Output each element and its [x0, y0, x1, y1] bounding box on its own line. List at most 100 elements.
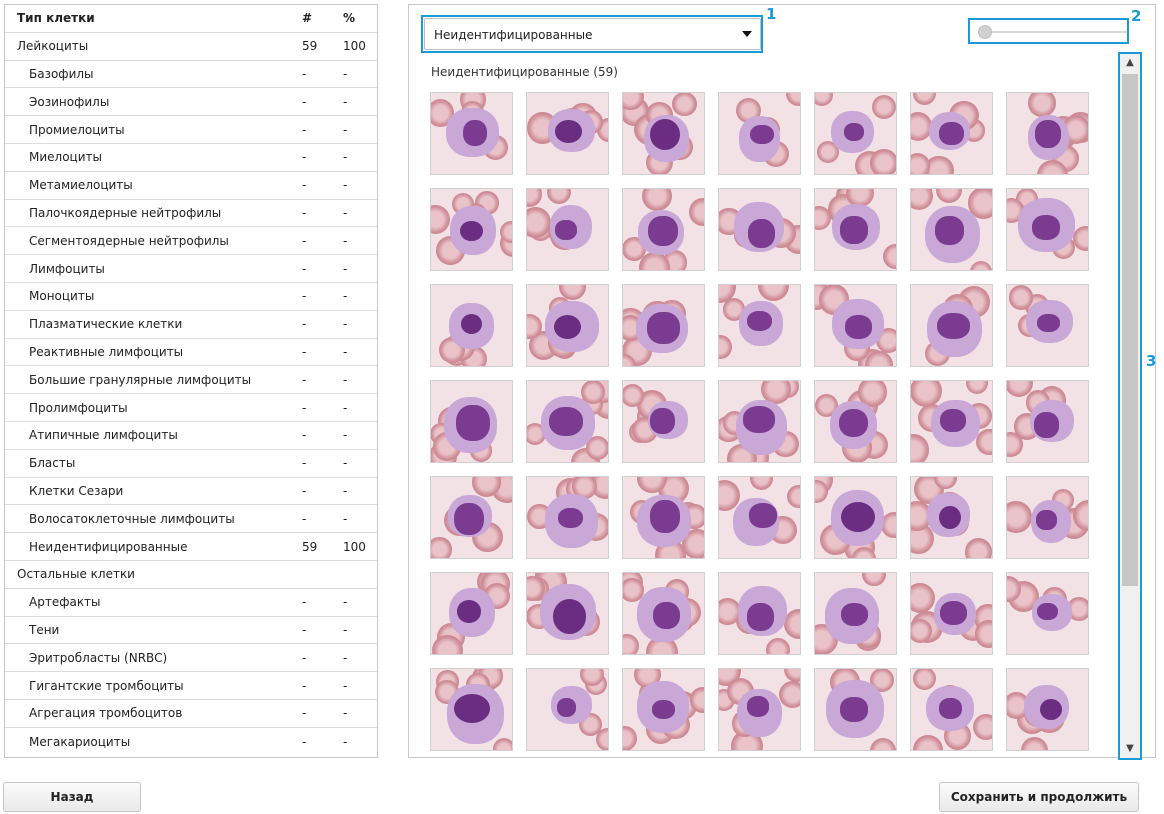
cell-thumbnail[interactable] — [910, 284, 993, 367]
cell-thumbnail[interactable] — [718, 380, 801, 463]
table-row[interactable]: Эритробласты (NRBC) - - — [5, 644, 377, 673]
cell-thumbnail[interactable] — [526, 380, 609, 463]
cell-thumbnail[interactable] — [1006, 188, 1089, 271]
cell-thumbnail[interactable] — [718, 572, 801, 655]
cell-thumbnail[interactable] — [1006, 572, 1089, 655]
cell-count: - — [302, 428, 307, 443]
back-button[interactable]: Назад — [3, 782, 141, 812]
table-row[interactable]: Артефакты - - — [5, 589, 377, 617]
cell-thumbnail[interactable] — [814, 476, 897, 559]
table-row[interactable]: Миелоциты - - — [5, 144, 377, 172]
cell-count: - — [302, 233, 307, 248]
cell-thumbnail[interactable] — [910, 92, 993, 175]
cell-thumbnail[interactable] — [814, 188, 897, 271]
table-row[interactable]: Метамиелоциты - - — [5, 172, 377, 200]
cell-thumbnail[interactable] — [526, 476, 609, 559]
cell-thumbnail[interactable] — [1006, 476, 1089, 559]
cell-thumbnail[interactable] — [622, 92, 705, 175]
cell-thumbnail[interactable] — [430, 476, 513, 559]
cell-thumbnail[interactable] — [1006, 284, 1089, 367]
red-blood-cell — [965, 381, 988, 395]
cell-thumbnail[interactable] — [430, 284, 513, 367]
table-row[interactable]: Большие гранулярные лимфоциты - - — [5, 366, 377, 395]
table-row[interactable]: Неидентифицированные 59 100 — [5, 533, 377, 561]
cell-thumbnail[interactable] — [622, 572, 705, 655]
cell-nucleus — [454, 502, 484, 536]
cell-count: - — [302, 595, 307, 610]
cell-thumbnail[interactable] — [910, 188, 993, 271]
cell-thumbnail[interactable] — [718, 92, 801, 175]
table-row[interactable]: Эозинофилы - - — [5, 88, 377, 117]
table-row[interactable]: Базофилы - - — [5, 61, 377, 89]
table-row[interactable]: Лимфоциты - - — [5, 255, 377, 283]
table-row[interactable]: Палочкоядерные нейтрофилы - - — [5, 200, 377, 228]
cell-thumbnail[interactable] — [430, 668, 513, 751]
cell-thumbnail[interactable] — [430, 572, 513, 655]
table-row[interactable]: Лейкоциты 59 100 — [5, 33, 377, 61]
cell-thumbnail[interactable] — [1006, 668, 1089, 751]
table-row[interactable]: Пролимфоциты - - — [5, 394, 377, 422]
cell-thumbnail[interactable] — [718, 188, 801, 271]
cell-thumbnail[interactable] — [718, 668, 801, 751]
cell-thumbnail[interactable] — [622, 188, 705, 271]
table-row[interactable]: Клетки Сезари - - — [5, 478, 377, 506]
red-blood-cell — [757, 285, 789, 301]
cell-thumbnail[interactable] — [526, 188, 609, 271]
cell-thumbnail[interactable] — [622, 284, 705, 367]
cell-thumbnail[interactable] — [430, 188, 513, 271]
cell-thumbnail[interactable] — [910, 572, 993, 655]
cell-thumbnail[interactable] — [622, 380, 705, 463]
cell-class-dropdown[interactable]: Неидентифицированные — [424, 18, 761, 50]
cell-thumbnail[interactable] — [430, 92, 513, 175]
cell-thumbnail[interactable] — [622, 668, 705, 751]
red-blood-cell — [787, 484, 800, 509]
cell-type-name: Реактивные лимфоциты — [29, 344, 184, 359]
cell-thumbnail[interactable] — [910, 668, 993, 751]
cell-thumbnail[interactable] — [622, 476, 705, 559]
table-row[interactable]: Агрегация тромбоцитов - - — [5, 700, 377, 728]
arrow-down-icon[interactable]: ▼ — [1120, 740, 1140, 758]
cell-nucleus — [454, 694, 490, 723]
scrollbar-thumb[interactable] — [1122, 74, 1138, 586]
cell-thumbnail[interactable] — [814, 668, 897, 751]
table-row[interactable]: Реактивные лимфоциты - - — [5, 339, 377, 367]
cell-thumbnail[interactable] — [430, 380, 513, 463]
cell-thumbnail[interactable] — [910, 476, 993, 559]
gallery-scrollbar[interactable]: ▲ ▼ — [1120, 54, 1140, 758]
cell-type-name: Базофилы — [29, 66, 94, 81]
zoom-slider[interactable] — [972, 22, 1130, 42]
slider-thumb[interactable] — [978, 25, 992, 39]
table-row[interactable]: Промиелоциты - - — [5, 116, 377, 144]
header-cell-type: Тип клетки — [17, 11, 95, 26]
table-row[interactable]: Мегакариоциты - - — [5, 728, 377, 756]
table-row[interactable]: Тени - - — [5, 617, 377, 645]
red-blood-cell — [778, 681, 800, 709]
cell-thumbnail[interactable] — [814, 92, 897, 175]
cell-thumbnail[interactable] — [910, 380, 993, 463]
cell-thumbnail[interactable] — [526, 668, 609, 751]
cell-thumbnail[interactable] — [526, 92, 609, 175]
save-continue-button[interactable]: Сохранить и продолжить — [939, 782, 1139, 812]
cell-thumbnail[interactable] — [1006, 92, 1089, 175]
cell-thumbnail[interactable] — [814, 572, 897, 655]
table-row[interactable]: Атипичные лимфоциты - - — [5, 422, 377, 450]
table-row[interactable]: Сегментоядерные нейтрофилы - - — [5, 227, 377, 256]
cell-thumbnail[interactable] — [718, 284, 801, 367]
table-row[interactable]: Гигантские тромбоциты - - — [5, 672, 377, 700]
table-row[interactable]: Бласты - - — [5, 450, 377, 478]
cell-thumbnail[interactable] — [526, 572, 609, 655]
cell-thumbnail[interactable] — [1006, 380, 1089, 463]
cell-nucleus — [748, 219, 775, 249]
cell-count: - — [302, 511, 307, 526]
table-row[interactable]: Плазматические клетки - - — [5, 311, 377, 339]
cell-percent: - — [343, 400, 348, 415]
table-row[interactable]: Волосатоклеточные лимфоциты - - — [5, 505, 377, 534]
table-row[interactable]: Остальные клетки — [5, 561, 377, 589]
cell-thumbnail[interactable] — [814, 284, 897, 367]
cell-percent: 100 — [343, 539, 366, 554]
cell-thumbnail[interactable] — [526, 284, 609, 367]
table-row[interactable]: Моноциты - - — [5, 283, 377, 311]
arrow-up-icon[interactable]: ▲ — [1120, 54, 1140, 72]
cell-thumbnail[interactable] — [718, 476, 801, 559]
cell-thumbnail[interactable] — [814, 380, 897, 463]
